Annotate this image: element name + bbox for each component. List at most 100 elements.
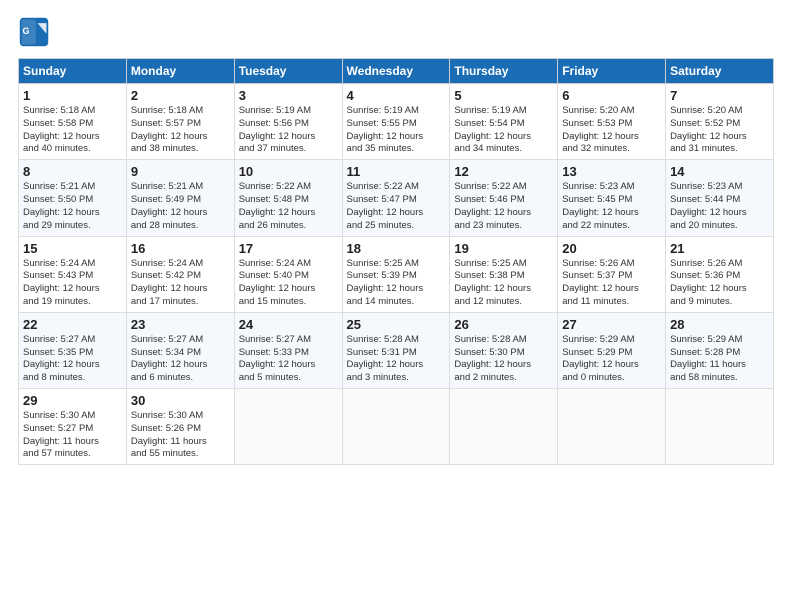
calendar-cell: 23Sunrise: 5:27 AMSunset: 5:34 PMDayligh… [126,312,234,388]
cell-line: and 55 minutes. [131,448,230,461]
cell-line: Daylight: 12 hours [131,207,230,220]
day-number: 27 [562,317,661,332]
column-header-saturday: Saturday [666,59,774,84]
cell-line: and 29 minutes. [23,220,122,233]
calendar-cell: 22Sunrise: 5:27 AMSunset: 5:35 PMDayligh… [19,312,127,388]
calendar-cell: 1Sunrise: 5:18 AMSunset: 5:58 PMDaylight… [19,84,127,160]
cell-line: and 58 minutes. [670,372,769,385]
cell-line: Sunset: 5:37 PM [562,270,661,283]
calendar-cell: 18Sunrise: 5:25 AMSunset: 5:39 PMDayligh… [342,236,450,312]
cell-line: and 35 minutes. [347,143,446,156]
calendar-cell: 11Sunrise: 5:22 AMSunset: 5:47 PMDayligh… [342,160,450,236]
calendar-cell: 4Sunrise: 5:19 AMSunset: 5:55 PMDaylight… [342,84,450,160]
cell-line: Daylight: 12 hours [454,131,553,144]
cell-line: Sunset: 5:50 PM [23,194,122,207]
cell-line: Sunset: 5:31 PM [347,347,446,360]
cell-line: Sunset: 5:45 PM [562,194,661,207]
cell-line: Sunrise: 5:28 AM [454,334,553,347]
calendar-cell: 6Sunrise: 5:20 AMSunset: 5:53 PMDaylight… [558,84,666,160]
cell-line: Sunrise: 5:22 AM [347,181,446,194]
cell-line: Daylight: 12 hours [670,131,769,144]
day-number: 16 [131,241,230,256]
cell-line: and 3 minutes. [347,372,446,385]
cell-line: and 38 minutes. [131,143,230,156]
cell-line: Sunset: 5:42 PM [131,270,230,283]
day-number: 5 [454,88,553,103]
calendar-cell: 27 Sunrise: 5:29 AMSunset: 5:29 PMDayligh… [558,312,666,388]
cell-line: Sunrise: 5:29 AM [670,334,769,347]
calendar-cell: 16Sunrise: 5:24 AMSunset: 5:42 PMDayligh… [126,236,234,312]
week-row-1: 8Sunrise: 5:21 AMSunset: 5:50 PMDaylight… [19,160,774,236]
cell-line: Daylight: 12 hours [23,283,122,296]
cell-line: Daylight: 12 hours [23,207,122,220]
day-number: 3 [239,88,338,103]
column-header-monday: Monday [126,59,234,84]
cell-line: Sunset: 5:39 PM [347,270,446,283]
cell-line: Sunrise: 5:27 AM [23,334,122,347]
column-header-thursday: Thursday [450,59,558,84]
calendar-cell: 17Sunrise: 5:24 AMSunset: 5:40 PMDayligh… [234,236,342,312]
calendar-cell [558,389,666,465]
svg-text:G: G [22,26,29,36]
day-number: 13 [562,164,661,179]
cell-line: Sunrise: 5:22 AM [454,181,553,194]
cell-line: Daylight: 12 hours [347,283,446,296]
day-number: 24 [239,317,338,332]
calendar-cell: 13Sunrise: 5:23 AMSunset: 5:45 PMDayligh… [558,160,666,236]
cell-line: Daylight: 12 hours [562,283,661,296]
cell-line: Sunset: 5:36 PM [670,270,769,283]
cell-line: Sunrise: 5:27 AM [131,334,230,347]
cell-line: and 23 minutes. [454,220,553,233]
week-row-2: 15Sunrise: 5:24 AMSunset: 5:43 PMDayligh… [19,236,774,312]
cell-line: Sunrise: 5:29 AM [562,334,661,347]
calendar-cell [342,389,450,465]
calendar-cell: 26Sunrise: 5:28 AMSunset: 5:30 PMDayligh… [450,312,558,388]
calendar-cell: 14Sunrise: 5:23 AMSunset: 5:44 PMDayligh… [666,160,774,236]
day-number: 17 [239,241,338,256]
column-header-sunday: Sunday [19,59,127,84]
cell-line: Sunrise: 5:24 AM [131,258,230,271]
cell-line: Sunset: 5:43 PM [23,270,122,283]
cell-line: Daylight: 12 hours [131,131,230,144]
cell-line: Sunrise: 5:26 AM [670,258,769,271]
cell-line: Sunset: 5:33 PM [239,347,338,360]
cell-line: Sunset: 5:40 PM [239,270,338,283]
cell-line: Sunrise: 5:19 AM [454,105,553,118]
cell-line: Sunset: 5:29 PM [562,347,661,360]
calendar-cell: 30Sunrise: 5:30 AMSunset: 5:26 PMDayligh… [126,389,234,465]
calendar-cell: 3Sunrise: 5:19 AMSunset: 5:56 PMDaylight… [234,84,342,160]
cell-line: Daylight: 12 hours [562,359,661,372]
day-number: 14 [670,164,769,179]
cell-line: Sunset: 5:57 PM [131,118,230,131]
calendar-cell: 25Sunrise: 5:28 AMSunset: 5:31 PMDayligh… [342,312,450,388]
cell-line: Sunset: 5:48 PM [239,194,338,207]
day-number: 6 [562,88,661,103]
calendar-cell: 24Sunrise: 5:27 AMSunset: 5:33 PMDayligh… [234,312,342,388]
calendar-cell [234,389,342,465]
cell-line: and 14 minutes. [347,296,446,309]
day-number: 30 [131,393,230,408]
day-number: 18 [347,241,446,256]
cell-line: Sunset: 5:52 PM [670,118,769,131]
cell-line: and 15 minutes. [239,296,338,309]
calendar-cell: 20Sunrise: 5:26 AMSunset: 5:37 PMDayligh… [558,236,666,312]
calendar-cell: 15Sunrise: 5:24 AMSunset: 5:43 PMDayligh… [19,236,127,312]
cell-line: Sunrise: 5:21 AM [131,181,230,194]
cell-line: Sunset: 5:58 PM [23,118,122,131]
calendar-cell: 7Sunrise: 5:20 AMSunset: 5:52 PMDaylight… [666,84,774,160]
cell-line: and 37 minutes. [239,143,338,156]
cell-line: and 0 minutes. [562,372,661,385]
day-number: 23 [131,317,230,332]
day-number: 20 [562,241,661,256]
day-number: 8 [23,164,122,179]
cell-line: and 28 minutes. [131,220,230,233]
cell-line: Sunrise: 5:30 AM [131,410,230,423]
cell-line: Sunrise: 5:21 AM [23,181,122,194]
cell-line: Sunrise: 5:24 AM [239,258,338,271]
cell-line: Daylight: 12 hours [454,207,553,220]
calendar-cell [666,389,774,465]
cell-line: Sunset: 5:49 PM [131,194,230,207]
day-number: 12 [454,164,553,179]
week-row-0: 1Sunrise: 5:18 AMSunset: 5:58 PMDaylight… [19,84,774,160]
day-number: 1 [23,88,122,103]
